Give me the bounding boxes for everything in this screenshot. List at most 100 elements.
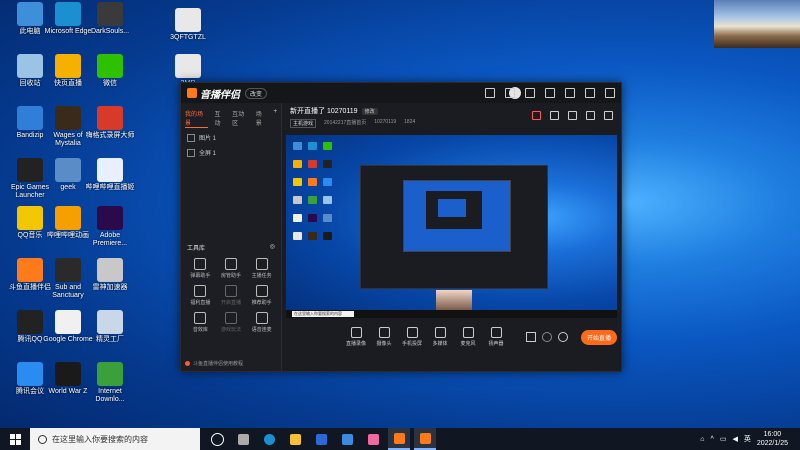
clock[interactable]: 16:00 2022/1/25 [757, 430, 788, 448]
desktop-icon-label: 哔哩哔哩直播姬 [85, 184, 135, 191]
tab-interact-area[interactable]: 互动区 [232, 109, 250, 128]
tab-my-scenes[interactable]: 我的场景 [185, 109, 209, 128]
taskbar-app-douyu-2[interactable] [414, 428, 436, 450]
bell-icon[interactable] [586, 111, 595, 120]
preview-app-icon [293, 232, 302, 240]
menu-icon[interactable] [545, 88, 555, 98]
window-controls [485, 88, 615, 98]
tool-item[interactable]: 弹幕助手 [185, 258, 216, 279]
start-button[interactable] [0, 428, 30, 450]
scene-item[interactable]: 全屏 1 [181, 145, 281, 160]
visibility-icon[interactable] [187, 133, 195, 142]
tools-more-icon[interactable]: ◎ [270, 243, 275, 252]
control-button[interactable]: 手机投屏 [398, 327, 426, 347]
desktop-icon[interactable]: DarkSouls... [84, 2, 136, 36]
tool-item[interactable]: 推荐助手 [246, 285, 277, 306]
control-button[interactable]: 麦克风 [454, 327, 482, 347]
desktop-icon-label: 精灵工厂 [96, 336, 124, 343]
desktop-icon[interactable]: Adobe Premiere... [84, 206, 136, 248]
taskbar-app-douyu-1[interactable] [388, 428, 410, 450]
tab-interact[interactable]: 互动 [214, 109, 226, 128]
preview-app-icon [293, 160, 302, 168]
scene-item[interactable]: 图片 1 [181, 130, 281, 145]
control-button[interactable]: 直播录像 [342, 327, 370, 347]
desktop-icon[interactable]: 微信 [84, 54, 136, 88]
control-buttons: 直播录像 摄像头 手机投屏 多媒体 麦克风 扬声器 [342, 327, 510, 347]
tray-chevron-icon[interactable]: ^ [711, 436, 714, 443]
message-icon[interactable] [485, 88, 495, 98]
control-button[interactable]: 摄像头 [370, 327, 398, 347]
desktop-icon[interactable]: Internet Downlo... [84, 362, 136, 404]
desktop-icon[interactable]: 精灵工厂 [84, 310, 136, 344]
control-button[interactable]: 多媒体 [426, 327, 454, 347]
volume-icon[interactable]: ◀ [732, 435, 737, 443]
tool-item[interactable]: 音效库 [185, 312, 216, 333]
tutorial-link[interactable]: 斗鱼直播伴侣使用教程 [193, 360, 243, 367]
tool-label: 房管助手 [220, 273, 241, 279]
tab-scene[interactable]: 场景 [256, 109, 268, 128]
network-icon[interactable]: ▭ [720, 435, 727, 443]
taskbar-app-mail[interactable] [336, 428, 358, 450]
app-icon [97, 206, 123, 230]
maximize-button[interactable] [585, 88, 595, 98]
ime-indicator[interactable]: 英 [744, 434, 751, 444]
go-live-button[interactable]: 开始直播 [580, 329, 617, 345]
tutorial-icon [185, 361, 190, 366]
preview-desktop-icons [290, 139, 348, 247]
tool-item[interactable]: 开启直播 [216, 285, 247, 306]
tool-item[interactable]: 福利直播 [185, 285, 216, 306]
edit-title-button[interactable]: 修改 [361, 107, 378, 115]
tool-label: 主播任务 [251, 273, 272, 279]
visibility-icon[interactable] [187, 148, 195, 157]
version-badge[interactable]: 改变 [245, 87, 268, 99]
app-icon [55, 54, 81, 78]
mail-icon[interactable] [505, 88, 515, 98]
tools-title: 工具库 [187, 246, 206, 252]
lock-icon[interactable] [550, 111, 559, 120]
taskbar-app-bilibili[interactable] [362, 428, 384, 450]
search-placeholder: 在这里输入你要搜索的内容 [52, 434, 148, 444]
app-name: 音播伴侣 [200, 89, 240, 101]
desktop-icon[interactable]: 嗨格式录屏大师 [84, 106, 136, 140]
tool-item[interactable]: 语音连麦 [246, 312, 277, 333]
tool-item[interactable]: 房管助手 [216, 258, 247, 279]
room-category[interactable]: 主机游戏 [290, 119, 317, 128]
close-button[interactable] [605, 88, 615, 98]
camera-icon[interactable] [568, 111, 577, 120]
left-footer[interactable]: 斗鱼直播伴侣使用教程 [185, 360, 243, 367]
stream-preview[interactable]: 在这里输入你要搜索的内容 [286, 135, 617, 318]
desktop-icon-label: 雷神加速器 [92, 284, 128, 291]
app-icon [17, 258, 43, 282]
minimize-button[interactable] [565, 88, 575, 98]
view-icon[interactable] [542, 332, 552, 342]
record-icon[interactable] [532, 111, 541, 120]
room-meta-3: 1824 [404, 119, 416, 125]
desktop-icon[interactable]: 3QFTGTZL [162, 8, 214, 42]
taskbar-search[interactable]: 在这里输入你要搜索的内容 [30, 428, 200, 450]
gear-icon[interactable] [558, 332, 568, 342]
taskbar-app-store[interactable] [310, 428, 332, 450]
tool-item[interactable]: 主播任务 [246, 258, 277, 279]
camera-toggle-icon[interactable] [526, 332, 536, 342]
control-button[interactable]: 扬声器 [482, 327, 510, 347]
control-bar: 直播录像 摄像头 手机投屏 多媒体 麦克风 扬声器 开始直播 [286, 325, 617, 349]
share-icon[interactable] [604, 111, 613, 120]
preview-nested-window [360, 165, 548, 289]
tool-icon [255, 312, 268, 324]
app-icon [97, 2, 123, 26]
taskbar-app-explorer[interactable] [284, 428, 306, 450]
preview-app-icon [308, 214, 317, 222]
add-tab-icon[interactable]: + [273, 109, 277, 128]
desktop-icon[interactable]: 哔哩哔哩直播姬 [84, 158, 136, 192]
control-label: 直播录像 [345, 341, 366, 347]
tray-people-icon[interactable]: ⌂ [700, 436, 704, 443]
tool-item[interactable]: 游戏玩法 [216, 312, 247, 333]
windows-logo-icon [9, 433, 21, 445]
taskbar-app-game[interactable] [232, 428, 254, 450]
task-view-button[interactable] [206, 428, 228, 450]
settings-icon[interactable] [525, 88, 535, 98]
tool-icon [194, 258, 207, 270]
tool-icon [224, 258, 237, 270]
taskbar-app-edge[interactable] [258, 428, 280, 450]
desktop-icon[interactable]: 雷神加速器 [84, 258, 136, 292]
